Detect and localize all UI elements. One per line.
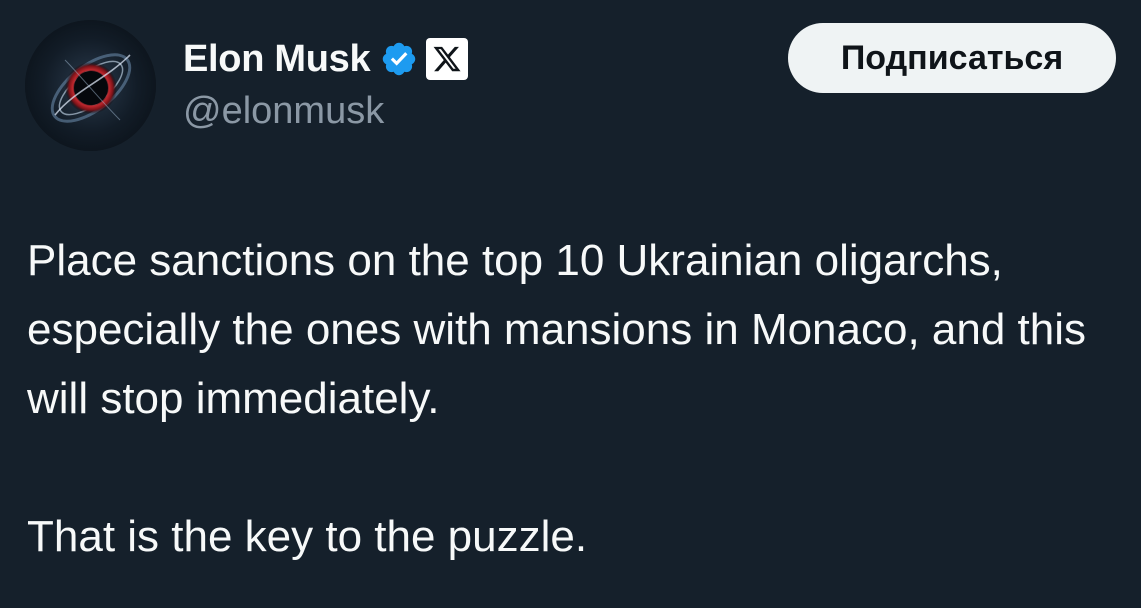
subscribe-button[interactable]: Подписаться: [788, 23, 1116, 93]
tweet-text: Place sanctions on the top 10 Ukrainian …: [27, 226, 1122, 571]
x-logo-icon[interactable]: [426, 38, 469, 80]
black-hole-avatar-icon: [25, 20, 156, 151]
tweet-card: Elon Musk @elonmusk Подписаться Place sa…: [0, 0, 1141, 608]
author-handle[interactable]: @elonmusk: [183, 90, 384, 133]
author-display-name[interactable]: Elon Musk: [183, 38, 371, 81]
verified-badge-icon[interactable]: [380, 40, 418, 78]
author-name-row: Elon Musk: [183, 34, 469, 84]
tweet-paragraph-2: That is the key to the puzzle.: [27, 512, 588, 561]
avatar[interactable]: [25, 20, 156, 151]
tweet-paragraph-1: Place sanctions on the top 10 Ukrainian …: [27, 236, 1087, 423]
